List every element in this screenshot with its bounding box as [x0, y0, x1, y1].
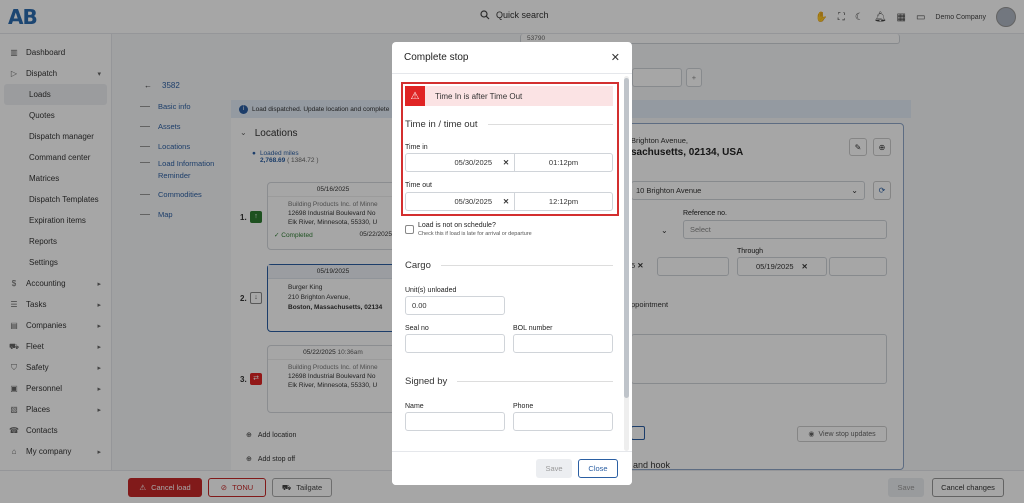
modal-footer: Save Close	[392, 451, 632, 485]
time-out-label: Time out	[405, 182, 432, 189]
name-label: Name	[405, 403, 424, 410]
modal-save-button[interactable]: Save	[536, 459, 572, 478]
schedule-label: Load is not on schedule?	[418, 222, 496, 229]
modal-scrollbar[interactable]	[624, 76, 629, 451]
seal-label: Seal no	[405, 325, 429, 332]
schedule-hint: Check this if load is late for arrival o…	[418, 231, 532, 237]
validation-alert: ⚠ Time In is after Time Out	[405, 86, 613, 106]
close-icon[interactable]: ✕	[611, 51, 620, 64]
time-section-title: Time in / time out	[405, 119, 613, 130]
time-in-field: 05/30/2025 ✕ 01:12pm	[405, 153, 613, 172]
time-out-date-input[interactable]: 05/30/2025	[406, 197, 498, 206]
clear-time-out-icon[interactable]: ✕	[498, 197, 514, 206]
signer-name-input[interactable]	[405, 412, 505, 431]
time-in-time-input[interactable]: 01:12pm	[514, 154, 612, 171]
time-in-label: Time in	[405, 144, 428, 151]
time-out-field: 05/30/2025 ✕ 12:12pm	[405, 192, 613, 211]
scrollbar-thumb[interactable]	[624, 78, 629, 398]
warning-icon: ⚠	[405, 86, 425, 106]
modal-close-button[interactable]: Close	[578, 459, 618, 478]
time-in-date-input[interactable]: 05/30/2025	[406, 158, 498, 167]
units-label: Unit(s) unloaded	[405, 287, 457, 294]
complete-stop-modal: Complete stop ✕ ⚠ Time In is after Time …	[392, 42, 632, 485]
bol-label: BOL number	[513, 325, 553, 332]
time-out-time-input[interactable]: 12:12pm	[514, 193, 612, 210]
phone-label: Phone	[513, 403, 534, 410]
bol-number-input[interactable]	[513, 334, 613, 353]
seal-no-input[interactable]	[405, 334, 505, 353]
modal-title: Complete stop	[404, 52, 469, 63]
cargo-section-title: Cargo	[405, 260, 613, 271]
units-unloaded-input[interactable]: 0.00	[405, 296, 505, 315]
alert-text: Time In is after Time Out	[435, 91, 523, 101]
not-on-schedule-checkbox[interactable]	[405, 225, 414, 234]
signer-phone-input[interactable]	[513, 412, 613, 431]
clear-time-in-icon[interactable]: ✕	[498, 158, 514, 167]
signed-by-section-title: Signed by	[405, 376, 613, 387]
